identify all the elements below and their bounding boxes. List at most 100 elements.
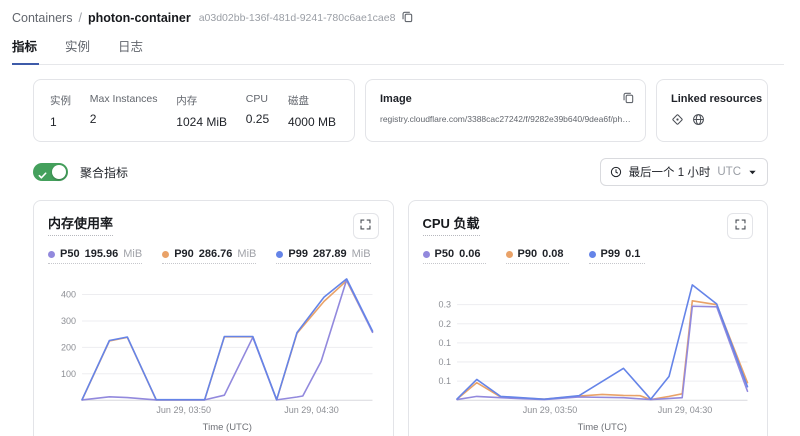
chart-legend: P50 195.96 MiB P90 286.76 MiB P99 287.89… bbox=[48, 248, 379, 264]
top-bar: Containers / photon-container a03d02bb-1… bbox=[0, 0, 800, 65]
main-content: 实例 1 Max Instances 2 内存 1024 MiB CPU 0.2… bbox=[0, 65, 800, 436]
info-cards-row: 实例 1 Max Instances 2 内存 1024 MiB CPU 0.2… bbox=[33, 79, 768, 142]
legend-dot bbox=[276, 251, 283, 258]
copy-icon bbox=[622, 91, 635, 107]
svg-text:Time (UTC): Time (UTC) bbox=[203, 422, 252, 433]
check-icon bbox=[38, 167, 47, 185]
container-id: a03d02bb-136f-481d-9241-780c6ae1cae8 bbox=[199, 12, 396, 24]
stat-max-instances: Max Instances 2 bbox=[90, 93, 158, 129]
svg-text:Time (UTC): Time (UTC) bbox=[577, 422, 626, 433]
linked-resources-card: Linked resources bbox=[656, 79, 768, 142]
time-zone-value: UTC bbox=[717, 166, 741, 178]
legend-item-p90[interactable]: P90 286.76 MiB bbox=[162, 248, 256, 264]
time-range-select[interactable]: 最后一个 1 小时 UTC bbox=[600, 158, 768, 186]
stat-label: 磁盘 bbox=[288, 93, 336, 108]
memory-usage-line-chart[interactable]: 100200300400Jun 29, 03:50Jun 29, 04:30Ti… bbox=[48, 268, 379, 436]
image-card: Image registry.cloudflare.com/3388cac272… bbox=[365, 79, 646, 142]
breadcrumb-container-name: photon-container bbox=[88, 11, 191, 25]
legend-dot bbox=[48, 251, 55, 258]
legend-value: 0.06 bbox=[459, 248, 480, 260]
legend-unit: MiB bbox=[352, 248, 371, 260]
expand-icon bbox=[359, 218, 372, 234]
cpu-load-chart-card: CPU 负载 P50 0.06 bbox=[408, 200, 769, 436]
legend-value: 287.89 bbox=[313, 248, 347, 260]
breadcrumb: Containers / photon-container a03d02bb-1… bbox=[12, 10, 784, 26]
copy-image-button[interactable] bbox=[622, 91, 635, 107]
legend-unit: MiB bbox=[237, 248, 256, 260]
clock-icon bbox=[610, 166, 622, 178]
copy-icon bbox=[401, 10, 414, 26]
cpu-load-line-chart[interactable]: 0.10.10.10.20.3Jun 29, 03:50Jun 29, 04:3… bbox=[423, 268, 754, 436]
stat-value: 1 bbox=[50, 115, 71, 129]
legend-item-p99[interactable]: P99 0.1 bbox=[589, 248, 646, 264]
tab-bar: 指标 实例 日志 bbox=[12, 36, 784, 65]
stat-disk: 磁盘 4000 MB bbox=[288, 93, 336, 129]
tab-instances[interactable]: 实例 bbox=[51, 36, 104, 64]
svg-text:200: 200 bbox=[61, 342, 76, 352]
legend-name: P99 bbox=[601, 248, 621, 260]
chart-header: 内存使用率 bbox=[48, 213, 379, 239]
linked-resources-title: Linked resources bbox=[671, 93, 753, 105]
stat-instances: 实例 1 bbox=[50, 93, 71, 129]
tab-metrics[interactable]: 指标 bbox=[12, 36, 51, 64]
svg-text:Jun 29, 03:50: Jun 29, 03:50 bbox=[522, 405, 577, 415]
legend-item-p90[interactable]: P90 0.08 bbox=[506, 248, 569, 264]
controls-row: 聚合指标 最后一个 1 小时 UTC bbox=[33, 158, 768, 186]
globe-icon[interactable] bbox=[692, 113, 705, 126]
expand-icon bbox=[734, 218, 747, 234]
time-range-value: 最后一个 1 小时 bbox=[629, 164, 711, 180]
legend-value: 195.96 bbox=[85, 248, 119, 260]
svg-text:400: 400 bbox=[61, 290, 76, 300]
image-card-title: Image bbox=[380, 93, 631, 105]
breadcrumb-containers-link[interactable]: Containers bbox=[12, 11, 72, 25]
toggle-knob bbox=[52, 165, 66, 179]
legend-value: 0.1 bbox=[625, 248, 640, 260]
stat-value: 0.25 bbox=[246, 112, 269, 126]
chart-title-cpu: CPU 负载 bbox=[423, 213, 480, 236]
memory-usage-chart-card: 内存使用率 P50 195.96 MiB bbox=[33, 200, 394, 436]
tab-logs[interactable]: 日志 bbox=[104, 36, 157, 64]
legend-dot bbox=[162, 251, 169, 258]
legend-item-p99[interactable]: P99 287.89 MiB bbox=[276, 248, 370, 264]
svg-text:0.3: 0.3 bbox=[438, 300, 451, 310]
chart-header: CPU 负载 bbox=[423, 213, 754, 239]
chart-title-memory: 内存使用率 bbox=[48, 213, 113, 236]
svg-text:0.1: 0.1 bbox=[438, 357, 451, 367]
stat-value: 4000 MB bbox=[288, 115, 336, 129]
chevron-down-icon bbox=[748, 168, 757, 177]
svg-text:300: 300 bbox=[61, 316, 76, 326]
breadcrumb-separator: / bbox=[78, 11, 81, 25]
svg-text:0.1: 0.1 bbox=[438, 338, 451, 348]
image-registry-url: registry.cloudflare.com/3388cac27242/f/9… bbox=[380, 114, 631, 124]
workers-icon[interactable] bbox=[671, 113, 684, 126]
svg-text:Jun 29, 04:30: Jun 29, 04:30 bbox=[657, 405, 712, 415]
svg-text:Jun 29, 04:30: Jun 29, 04:30 bbox=[284, 405, 339, 415]
container-stats-card: 实例 1 Max Instances 2 内存 1024 MiB CPU 0.2… bbox=[33, 79, 355, 142]
legend-value: 286.76 bbox=[199, 248, 233, 260]
linked-resources-icons bbox=[671, 113, 753, 126]
copy-id-button[interactable] bbox=[401, 10, 414, 26]
svg-text:100: 100 bbox=[61, 369, 76, 379]
svg-text:0.1: 0.1 bbox=[438, 376, 451, 386]
stat-value: 2 bbox=[90, 112, 158, 126]
legend-item-p50[interactable]: P50 0.06 bbox=[423, 248, 486, 264]
legend-item-p50[interactable]: P50 195.96 MiB bbox=[48, 248, 142, 264]
stat-label: CPU bbox=[246, 93, 269, 105]
stat-label: 内存 bbox=[176, 93, 227, 108]
stat-label: 实例 bbox=[50, 93, 71, 108]
legend-value: 0.08 bbox=[542, 248, 563, 260]
stat-cpu: CPU 0.25 bbox=[246, 93, 269, 129]
legend-name: P50 bbox=[60, 248, 80, 260]
expand-chart-button[interactable] bbox=[353, 213, 379, 239]
stat-value: 1024 MiB bbox=[176, 115, 227, 129]
expand-chart-button[interactable] bbox=[727, 213, 753, 239]
legend-name: P50 bbox=[435, 248, 455, 260]
legend-dot bbox=[506, 251, 513, 258]
aggregate-toggle-group: 聚合指标 bbox=[33, 163, 128, 181]
legend-unit: MiB bbox=[123, 248, 142, 260]
legend-name: P90 bbox=[174, 248, 194, 260]
legend-dot bbox=[589, 251, 596, 258]
legend-name: P90 bbox=[518, 248, 538, 260]
aggregate-metrics-toggle[interactable] bbox=[33, 163, 68, 181]
legend-dot bbox=[423, 251, 430, 258]
